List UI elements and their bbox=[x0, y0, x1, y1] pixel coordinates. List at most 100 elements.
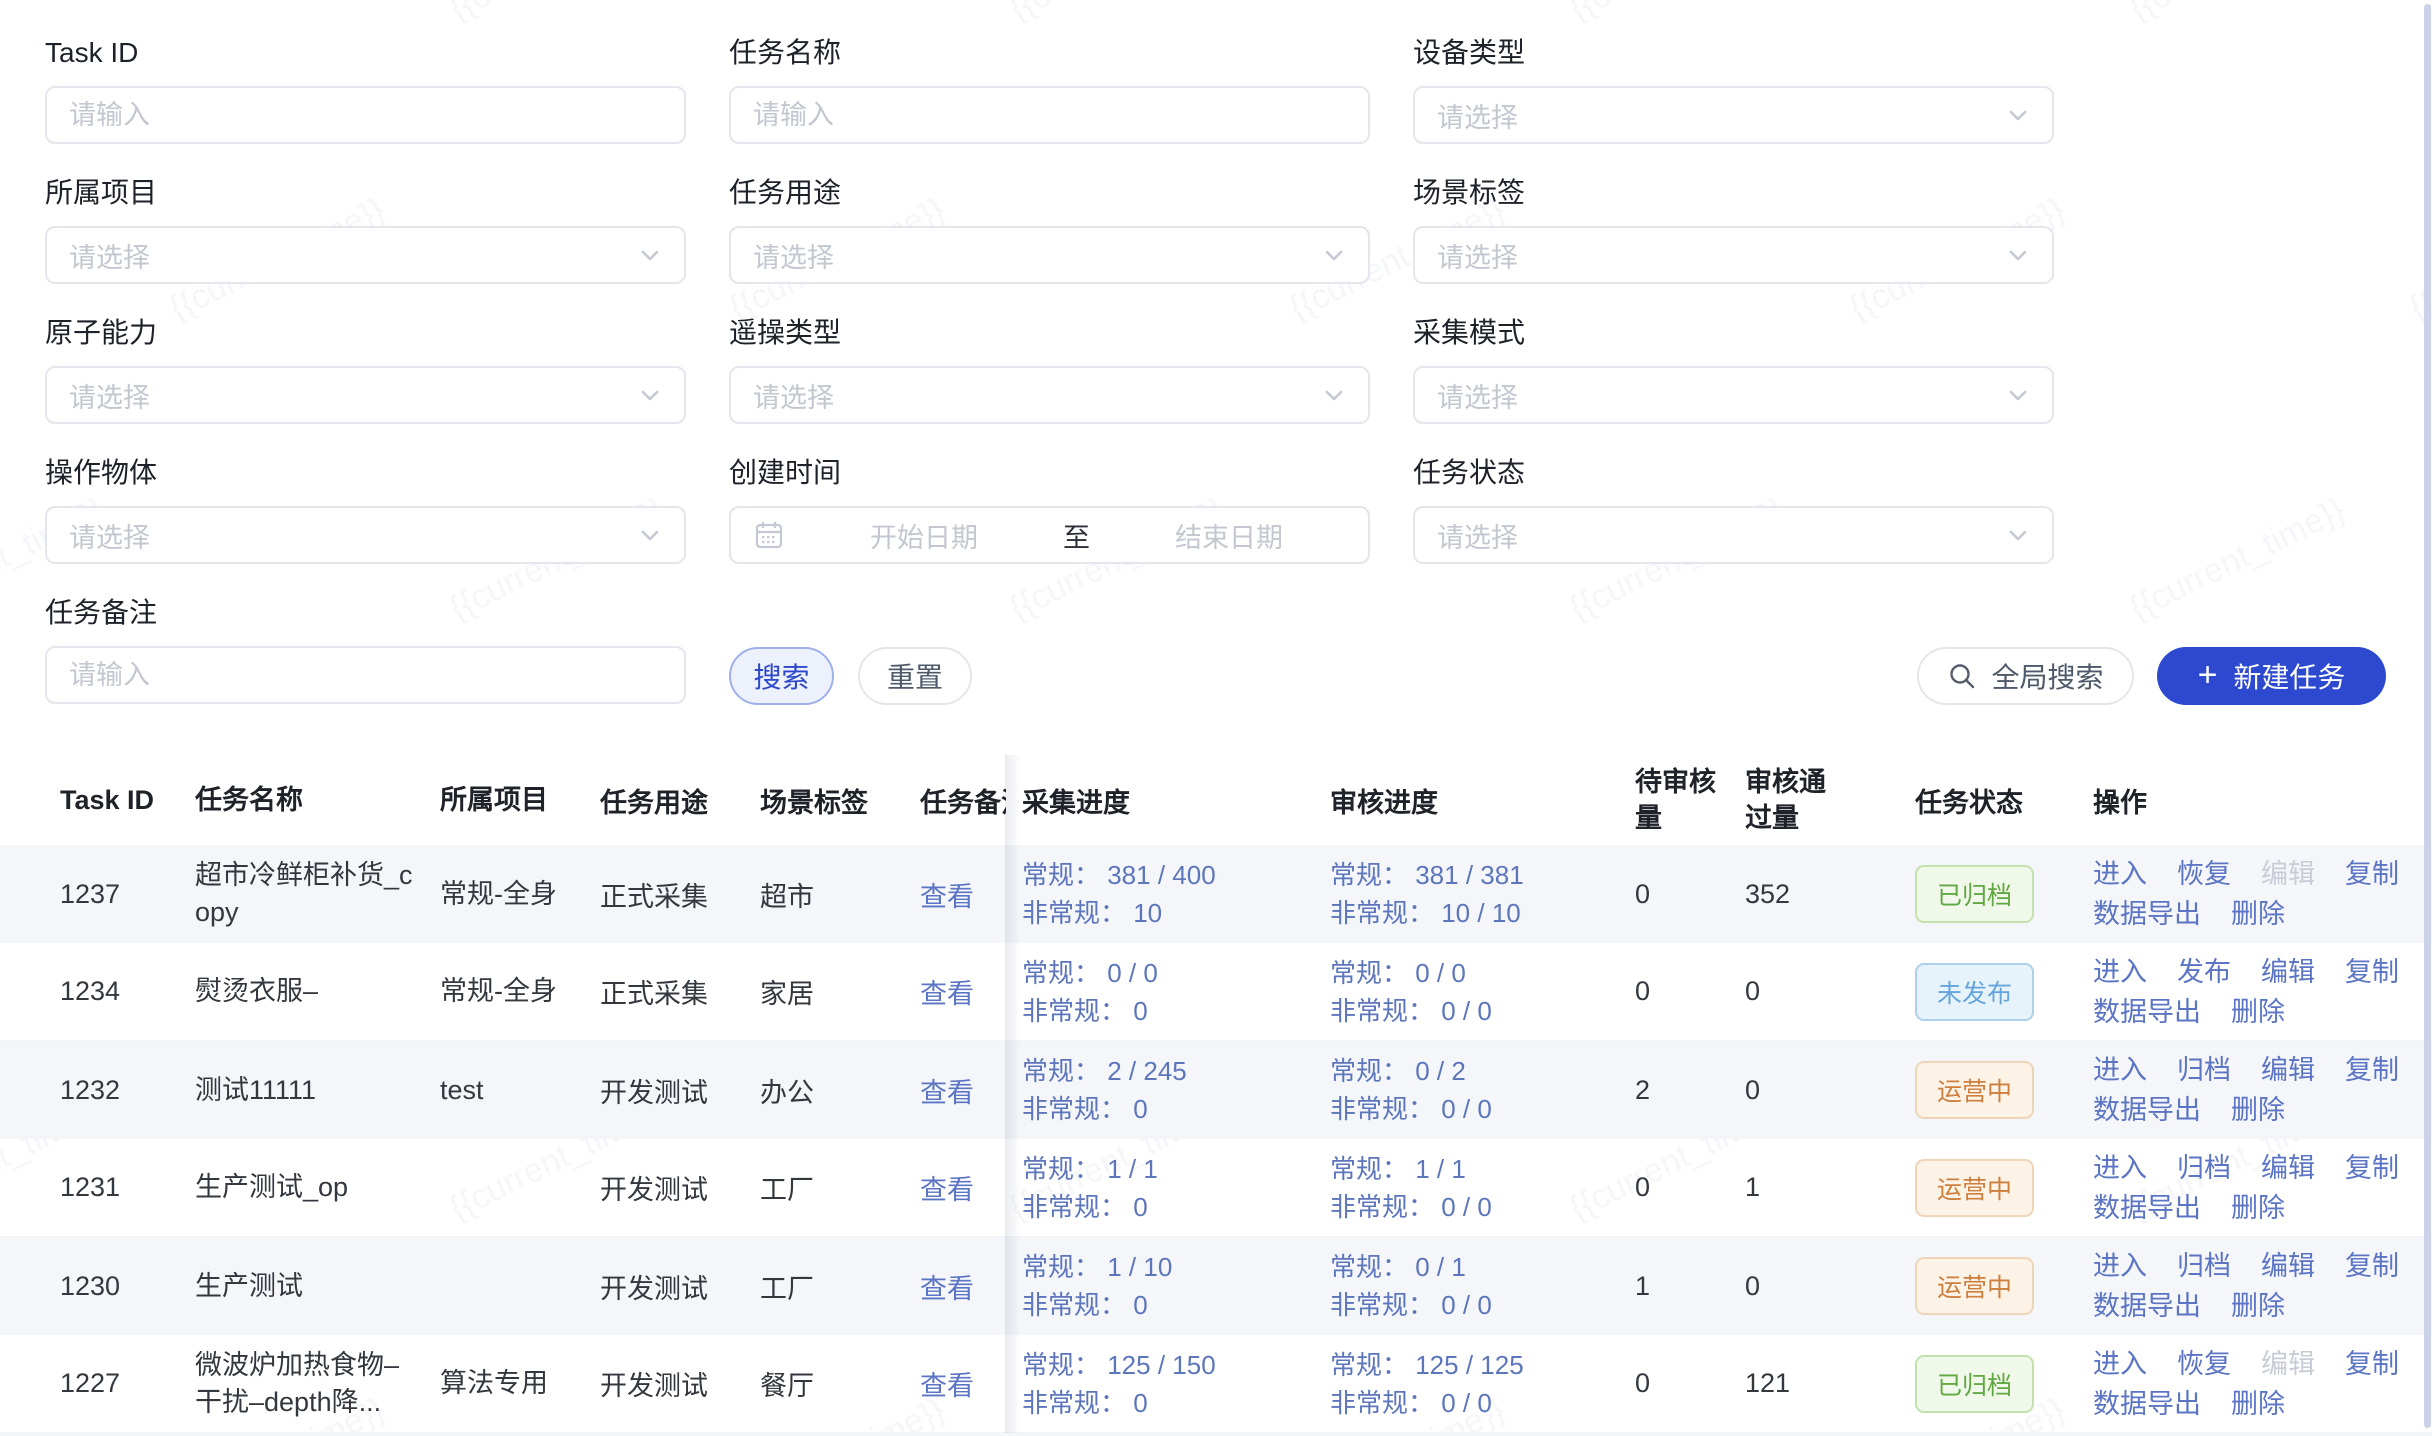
action-link[interactable]: 恢复 bbox=[2177, 854, 2231, 894]
action-link[interactable]: 编辑 bbox=[2261, 1050, 2315, 1090]
select-control[interactable]: 请选择 bbox=[729, 366, 1370, 424]
regular-progress: 常规： 381 / 400 bbox=[1022, 856, 1310, 894]
action-link[interactable]: 数据导出 bbox=[2093, 1188, 2201, 1228]
action-link[interactable]: 进入 bbox=[2093, 854, 2147, 894]
select-control[interactable]: 请选择 bbox=[45, 506, 686, 564]
action-link[interactable]: 删除 bbox=[2231, 1090, 2285, 1130]
action-link[interactable]: 复制 bbox=[2345, 1246, 2399, 1286]
pending-review-cell: 0 bbox=[1635, 1172, 1745, 1203]
status-cell: 已归档 bbox=[1915, 1355, 2093, 1413]
action-link[interactable]: 复制 bbox=[2345, 1344, 2399, 1384]
global-search-button[interactable]: 全局搜索 bbox=[1917, 647, 2134, 705]
action-link[interactable]: 进入 bbox=[2093, 1050, 2147, 1090]
action-link[interactable]: 进入 bbox=[2093, 1344, 2147, 1384]
watermark-text: {{current_time}} bbox=[1563, 0, 1791, 28]
status-badge: 已归档 bbox=[1915, 1355, 2034, 1413]
action-link[interactable]: 数据导出 bbox=[2093, 894, 2201, 934]
action-link[interactable]: 复制 bbox=[2345, 854, 2399, 894]
select-placeholder: 请选择 bbox=[47, 516, 636, 555]
view-remark-link[interactable]: 查看 bbox=[920, 882, 974, 912]
view-remark-link[interactable]: 查看 bbox=[920, 1274, 974, 1304]
scene-cell: 办公 bbox=[760, 1071, 920, 1110]
select-control[interactable]: 请选择 bbox=[45, 366, 686, 424]
scene-cell: 超市 bbox=[760, 875, 920, 914]
action-link[interactable]: 数据导出 bbox=[2093, 1384, 2201, 1424]
task-id-cell: 1230 bbox=[60, 1271, 195, 1302]
action-link[interactable]: 删除 bbox=[2231, 992, 2285, 1032]
actions-cell: 进入归档编辑复制数据导出删除 bbox=[2093, 1050, 2432, 1130]
select-control[interactable]: 请选择 bbox=[1413, 86, 2054, 144]
action-link: 编辑 bbox=[2261, 854, 2315, 894]
status-badge: 已归档 bbox=[1915, 865, 2034, 923]
action-link[interactable]: 进入 bbox=[2093, 1148, 2147, 1188]
select-control[interactable]: 请选择 bbox=[1413, 366, 2054, 424]
action-link[interactable]: 归档 bbox=[2177, 1050, 2231, 1090]
action-link[interactable]: 删除 bbox=[2231, 1188, 2285, 1228]
text-input[interactable] bbox=[731, 88, 1368, 142]
action-link[interactable]: 数据导出 bbox=[2093, 1286, 2201, 1326]
status-badge: 未发布 bbox=[1915, 963, 2034, 1021]
text-input-wrapper bbox=[45, 646, 686, 704]
action-link[interactable]: 复制 bbox=[2345, 1148, 2399, 1188]
table-header-row: Task ID任务名称所属项目任务用途场景标签任务备注采集进度审核进度待审核量审… bbox=[0, 755, 2432, 845]
create-task-button[interactable]: + 新建任务 bbox=[2157, 647, 2386, 705]
regular-progress: 常规： 125 / 150 bbox=[1022, 1346, 1310, 1384]
action-link[interactable]: 恢复 bbox=[2177, 1344, 2231, 1384]
view-remark-link[interactable]: 查看 bbox=[920, 979, 974, 1009]
reset-button[interactable]: 重置 bbox=[858, 647, 972, 705]
plus-icon: + bbox=[2198, 658, 2218, 692]
select-control[interactable]: 请选择 bbox=[729, 226, 1370, 284]
review-passed-cell: 1 bbox=[1745, 1172, 1915, 1203]
action-link[interactable]: 归档 bbox=[2177, 1148, 2231, 1188]
select-control[interactable]: 请选择 bbox=[1413, 506, 2054, 564]
action-link[interactable]: 编辑 bbox=[2261, 1148, 2315, 1188]
filter-field-7: 遥操类型请选择 bbox=[729, 316, 1370, 456]
action-link[interactable]: 进入 bbox=[2093, 1246, 2147, 1286]
action-link[interactable]: 数据导出 bbox=[2093, 1090, 2201, 1130]
filter-field-3: 所属项目请选择 bbox=[45, 176, 686, 316]
view-remark-link[interactable]: 查看 bbox=[920, 1175, 974, 1205]
view-remark-link[interactable]: 查看 bbox=[920, 1371, 974, 1401]
pending-review-cell: 0 bbox=[1635, 976, 1745, 1007]
action-link[interactable]: 删除 bbox=[2231, 1286, 2285, 1326]
search-button[interactable]: 搜索 bbox=[729, 647, 834, 705]
start-date-placeholder: 开始日期 bbox=[785, 516, 1063, 555]
purpose-cell: 开发测试 bbox=[600, 1071, 760, 1110]
action-link[interactable]: 删除 bbox=[2231, 894, 2285, 934]
review-progress-cell: 常规： 1 / 1非常规： 0 / 0 bbox=[1330, 1150, 1635, 1226]
review-passed-cell: 0 bbox=[1745, 1271, 1915, 1302]
select-control[interactable]: 请选择 bbox=[1413, 226, 2054, 284]
irregular-progress: 非常规： 0 bbox=[1022, 1090, 1310, 1128]
action-link[interactable]: 发布 bbox=[2177, 952, 2231, 992]
actions-line-2: 数据导出删除 bbox=[2093, 894, 2412, 934]
actions-cell: 进入归档编辑复制数据导出删除 bbox=[2093, 1148, 2432, 1228]
collect-progress-cell: 常规： 1 / 10非常规： 0 bbox=[1022, 1248, 1330, 1324]
action-link[interactable]: 归档 bbox=[2177, 1246, 2231, 1286]
select-placeholder: 请选择 bbox=[1415, 376, 2004, 415]
date-range-control[interactable]: 开始日期至结束日期 bbox=[729, 506, 1370, 564]
action-link[interactable]: 数据导出 bbox=[2093, 992, 2201, 1032]
status-cell: 运营中 bbox=[1915, 1159, 2093, 1217]
action-link[interactable]: 复制 bbox=[2345, 952, 2399, 992]
regular-progress: 常规： 0 / 1 bbox=[1330, 1248, 1615, 1286]
filter-label: 任务状态 bbox=[1413, 456, 2054, 490]
irregular-progress: 非常规： 0 / 0 bbox=[1330, 992, 1615, 1030]
action-link[interactable]: 删除 bbox=[2231, 1384, 2285, 1424]
column-header-8: 待审核量 bbox=[1635, 764, 1745, 836]
action-link[interactable]: 编辑 bbox=[2261, 1246, 2315, 1286]
collect-progress-cell: 常规： 125 / 150非常规： 0 bbox=[1022, 1346, 1330, 1422]
review-passed-cell: 0 bbox=[1745, 1075, 1915, 1106]
action-link[interactable]: 复制 bbox=[2345, 1050, 2399, 1090]
action-link[interactable]: 编辑 bbox=[2261, 952, 2315, 992]
vertical-scrollbar[interactable] bbox=[2424, 4, 2431, 1428]
select-control[interactable]: 请选择 bbox=[45, 226, 686, 284]
action-link[interactable]: 进入 bbox=[2093, 952, 2147, 992]
chevron-down-icon bbox=[1320, 241, 1348, 269]
view-remark-link[interactable]: 查看 bbox=[920, 1078, 974, 1108]
review-progress-cell: 常规： 125 / 125非常规： 0 / 0 bbox=[1330, 1346, 1635, 1422]
text-input-wrapper bbox=[45, 86, 686, 144]
text-input[interactable] bbox=[47, 88, 684, 142]
chevron-down-icon bbox=[2004, 381, 2032, 409]
scene-cell: 餐厅 bbox=[760, 1364, 920, 1403]
text-input[interactable] bbox=[47, 648, 684, 702]
